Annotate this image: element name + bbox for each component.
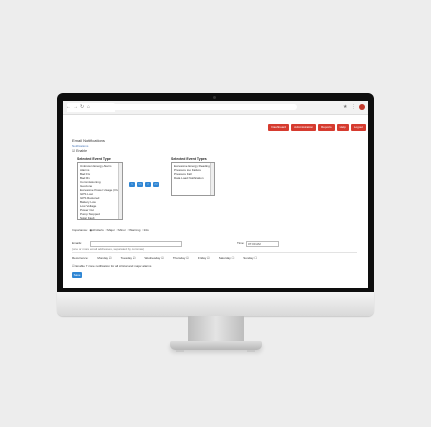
notify-option-row: ☑ Enable 7 zone notification for all cri… <box>72 264 151 268</box>
days-row: Recurrence: Monday ☑ Tuesday ☑ Wednesday… <box>72 256 257 260</box>
reload-icon[interactable]: ↻ <box>80 104 84 110</box>
menu-icon[interactable]: ⋮ <box>351 104 356 110</box>
notify-label: Enable 7 zone notification for all criti… <box>75 264 152 268</box>
monitor-stand-base <box>170 341 262 350</box>
day-sunday-label: Sunday <box>243 256 254 260</box>
camera-icon <box>213 96 216 99</box>
top-navigation: Dashboard Administration Reports Help Lo… <box>268 124 366 131</box>
breadcrumb[interactable]: Notifications <box>72 144 88 148</box>
day-tuesday-label: Tuesday <box>120 256 132 260</box>
page-title: Email Notifications <box>72 138 105 143</box>
nav-dashboard[interactable]: Dashboard <box>268 124 290 131</box>
email-hint: (one or more email addresses, separated … <box>72 247 145 251</box>
nav-logout[interactable]: Logout <box>350 124 366 131</box>
available-events-list[interactable]: Unknown Energy Alarm Alarms Bad Fix Bad … <box>77 162 123 220</box>
list-item[interactable]: Solar Fault <box>80 216 120 219</box>
time-label: Time: <box>237 241 245 245</box>
day-friday[interactable]: Friday ☑ <box>198 256 210 260</box>
bookmark-icon[interactable]: ★ <box>343 104 347 110</box>
selected-events-list[interactable]: Excessive Energy Reading Pressure too Fa… <box>171 162 215 196</box>
radio-minor-label: Minor <box>118 228 126 232</box>
move-all-right-button[interactable]: >> <box>137 182 143 187</box>
day-wednesday[interactable]: Wednesday ☑ <box>145 256 164 260</box>
monitor-chin <box>57 292 374 316</box>
radio-info-label: Info <box>143 228 149 232</box>
radio-major-label: Major <box>107 228 115 232</box>
move-right-button[interactable]: > <box>129 182 135 187</box>
radio-warning-label: Warning <box>129 228 141 232</box>
list-scrollbar[interactable] <box>118 163 122 219</box>
profile-avatar[interactable] <box>359 104 365 110</box>
day-wednesday-label: Wednesday <box>144 256 161 260</box>
move-left-button[interactable]: < <box>145 182 151 187</box>
email-label: Emails: <box>72 241 82 245</box>
divider <box>72 252 357 253</box>
day-sunday[interactable]: Sunday ☐ <box>243 256 257 260</box>
background: ← → ↻ ⌂ ★ ⋮ Dashboard Administration Rep… <box>0 0 431 427</box>
available-events-label: Selected Event Type <box>77 157 111 161</box>
time-select[interactable]: 07:00 AM <box>246 241 279 247</box>
enable-row: ☑ Enable <box>72 149 87 153</box>
day-saturday[interactable]: Saturday ☐ <box>219 256 235 260</box>
move-all-left-button[interactable]: << <box>153 182 159 187</box>
nav-reports[interactable]: Reports <box>318 124 335 131</box>
list-scrollbar[interactable] <box>210 163 214 195</box>
day-monday[interactable]: Monday ☑ <box>97 256 111 260</box>
importance-row: Importance: ◉All Alerts ○Major ○Minor ○W… <box>72 228 149 232</box>
day-monday-label: Monday <box>97 256 109 260</box>
browser-toolbar: ← → ↻ ⌂ ★ ⋮ <box>63 101 368 115</box>
back-icon[interactable]: ← <box>66 104 71 110</box>
list-item[interactable]: Data Load Notification <box>174 176 212 180</box>
stand-highlight-right <box>247 350 255 352</box>
save-button[interactable]: Save <box>72 272 82 278</box>
nav-administration[interactable]: Administration <box>291 124 317 131</box>
notify-checkbox[interactable]: ☑ <box>72 264 75 268</box>
days-label: Recurrence: <box>72 256 89 260</box>
address-bar[interactable] <box>97 104 297 110</box>
day-thursday[interactable]: Thursday ☑ <box>173 256 189 260</box>
day-friday-label: Friday <box>197 256 207 260</box>
screen: ← → ↻ ⌂ ★ ⋮ Dashboard Administration Rep… <box>63 101 368 288</box>
enable-label: Enable <box>76 149 88 153</box>
day-tuesday[interactable]: Tuesday ☑ <box>121 256 136 260</box>
day-saturday-label: Saturday <box>218 256 231 260</box>
importance-label: Importance: <box>72 228 88 232</box>
forward-icon[interactable]: → <box>73 104 78 110</box>
stand-highlight-left <box>176 350 184 352</box>
monitor-stand-neck <box>188 316 244 342</box>
enable-checkbox[interactable]: ☑ <box>72 149 75 153</box>
nav-help[interactable]: Help <box>336 124 349 131</box>
radio-all-label: All Alerts <box>92 228 104 232</box>
selected-events-label: Selected Event Types <box>171 157 207 161</box>
home-icon[interactable]: ⌂ <box>87 104 90 110</box>
day-thursday-label: Thursday <box>172 256 186 260</box>
